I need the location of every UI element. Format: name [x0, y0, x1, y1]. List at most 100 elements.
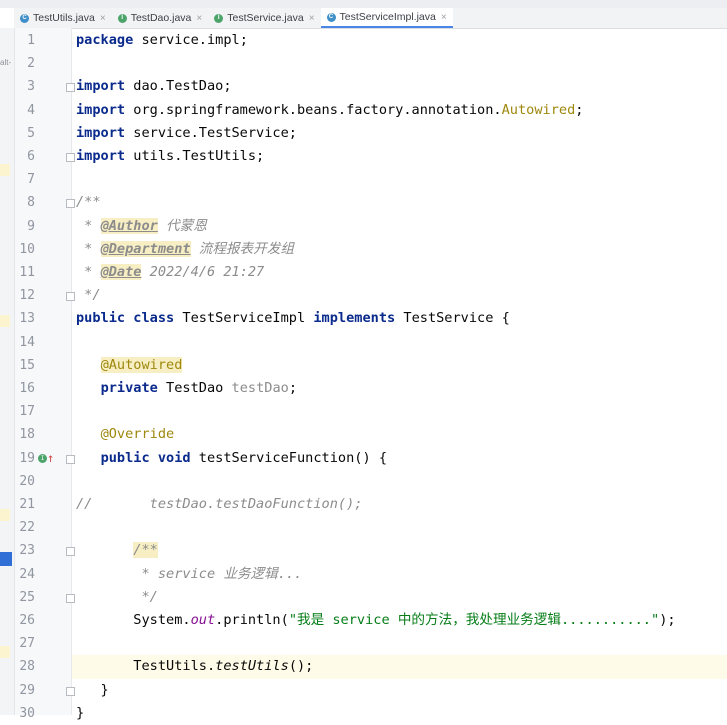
code-line[interactable]: import org.springframework.beans.factory…: [76, 99, 583, 122]
tab-testdao-java[interactable]: I TestDao.java ×: [112, 8, 209, 28]
code-token: @Author: [100, 217, 158, 234]
close-icon[interactable]: ×: [441, 12, 447, 23]
code-line[interactable]: * @Department 流程报表开发组: [76, 238, 294, 261]
fold-icon[interactable]: [66, 292, 75, 302]
code-line[interactable]: // testDao.testDaoFunction();: [76, 493, 362, 516]
code-line[interactable]: import service.TestService;: [76, 122, 297, 145]
line-number[interactable]: 3: [15, 75, 35, 98]
line-number[interactable]: 2: [15, 52, 35, 75]
line-number[interactable]: 22: [15, 516, 35, 539]
code-token: dao.TestDao;: [125, 78, 232, 95]
line-number[interactable]: 13: [15, 307, 35, 330]
code-token: /**: [76, 194, 101, 211]
line-number[interactable]: 12: [15, 284, 35, 307]
line-number[interactable]: 8: [15, 191, 35, 214]
code-token: TestServiceImpl: [174, 310, 314, 327]
line-number[interactable]: 20: [15, 470, 35, 493]
code-line[interactable]: /**: [76, 191, 101, 214]
interface-icon: I: [117, 13, 127, 23]
close-icon[interactable]: ×: [196, 13, 202, 24]
fold-icon[interactable]: [66, 83, 75, 93]
code-token: ();: [288, 658, 314, 675]
code-line[interactable]: private TestDao testDao;: [76, 377, 297, 400]
code-token: private: [100, 380, 158, 396]
code-token: *: [76, 264, 101, 280]
code-line[interactable]: * @Date 2022/4/6 21:27: [76, 261, 264, 284]
close-icon[interactable]: ×: [309, 13, 315, 24]
code-line[interactable]: * @Author 代蒙恩: [76, 215, 207, 238]
code-token: testUtils: [215, 658, 289, 675]
line-number[interactable]: 30: [15, 702, 35, 725]
code-line[interactable]: */: [76, 586, 157, 609]
line-number[interactable]: 19: [15, 447, 35, 470]
line-number[interactable]: 15: [15, 354, 35, 377]
line-number[interactable]: 14: [15, 331, 35, 354]
code-token: public class: [76, 310, 175, 327]
code-line[interactable]: import dao.TestDao;: [76, 75, 232, 98]
line-number[interactable]: 4: [15, 99, 35, 122]
tab-testserviceimpl-java[interactable]: C TestServiceImpl.java ×: [320, 8, 453, 28]
code-line[interactable]: @Override: [76, 423, 175, 446]
fold-icon[interactable]: [66, 153, 75, 162]
line-number[interactable]: 29: [15, 679, 35, 702]
code-line[interactable]: package service.impl;: [76, 29, 248, 52]
code-token: implements: [313, 310, 396, 327]
interface-icon: I: [214, 13, 224, 23]
line-number[interactable]: 16: [15, 377, 35, 400]
line-number[interactable]: 18: [15, 423, 35, 446]
code-line[interactable]: }: [76, 679, 109, 702]
code-token: ;: [575, 101, 584, 118]
code-token: public void: [100, 449, 191, 466]
code-token: /**: [133, 542, 158, 559]
line-number[interactable]: 24: [15, 563, 35, 586]
line-number[interactable]: 7: [15, 168, 35, 191]
tab-label: TestUtils.java: [33, 12, 95, 24]
fold-icon[interactable]: [66, 199, 75, 209]
line-number[interactable]: 10: [15, 238, 35, 261]
code-token: ;: [288, 380, 298, 396]
code-line[interactable]: public class TestServiceImpl implements …: [76, 307, 510, 330]
line-number[interactable]: 5: [15, 122, 35, 145]
fold-icon[interactable]: [66, 593, 75, 603]
selection-marker[interactable]: [0, 552, 12, 566]
close-icon[interactable]: ×: [100, 13, 106, 24]
fold-icon[interactable]: [66, 454, 75, 464]
code-line[interactable]: TestUtils.testUtils();: [76, 655, 313, 678]
code-token: package: [76, 32, 134, 48]
code-token: import: [76, 124, 126, 141]
code-line[interactable]: public void testServiceFunction() {: [76, 447, 387, 470]
tab-testutils-java[interactable]: C TestUtils.java ×: [14, 8, 112, 28]
code-line[interactable]: */: [76, 284, 100, 307]
code-token: import: [76, 78, 126, 95]
line-number[interactable]: 17: [15, 400, 35, 423]
code-line[interactable]: * service 业务逻辑...: [76, 563, 302, 586]
code-line[interactable]: }: [76, 702, 84, 725]
line-number[interactable]: 6: [15, 145, 35, 168]
line-number[interactable]: 26: [15, 609, 35, 632]
line-number[interactable]: 25: [15, 586, 35, 609]
go-to-super-arrow-icon[interactable]: ↑: [47, 452, 54, 464]
code-line[interactable]: System.out.println("我是 service 中的方法，我处理业…: [76, 609, 675, 632]
code-token: utils.TestUtils;: [125, 148, 265, 164]
code-line[interactable]: import utils.TestUtils;: [76, 145, 264, 168]
code-line[interactable]: @Autowired: [76, 354, 183, 377]
line-number[interactable]: 1: [15, 29, 35, 52]
change-marker: [0, 646, 10, 658]
line-number[interactable]: 28: [15, 655, 35, 678]
tab-label: TestDao.java: [130, 12, 192, 24]
implements-method-icon[interactable]: I: [38, 453, 47, 463]
tab-testservice-java[interactable]: I TestService.java ×: [208, 8, 320, 28]
line-number[interactable]: 21: [15, 493, 35, 516]
line-number[interactable]: 23: [15, 539, 35, 562]
code-token: @Override: [100, 426, 175, 443]
line-number[interactable]: 9: [15, 215, 35, 238]
fold-icon[interactable]: [66, 686, 75, 696]
fold-icon[interactable]: [66, 547, 75, 557]
line-number[interactable]: 27: [15, 632, 35, 655]
code-line[interactable]: /**: [76, 539, 158, 562]
line-number[interactable]: 11: [15, 261, 35, 284]
